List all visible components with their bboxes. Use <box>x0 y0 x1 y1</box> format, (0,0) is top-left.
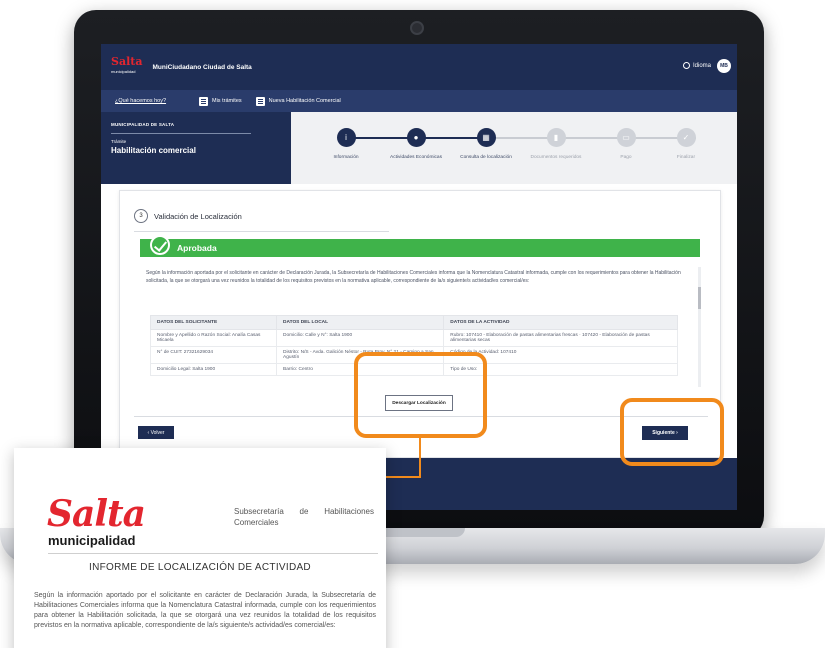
map-icon: ▦ <box>476 128 496 147</box>
breadcrumb[interactable]: MUNICIPALIDAD DE SALTA <box>111 122 281 127</box>
report-header: Subsecretaría de Habilitaciones Comercia… <box>234 507 374 527</box>
report-logo: Salta <box>47 493 146 535</box>
progress-stepper: i Información ● Actividades Económicas ▦… <box>291 112 737 184</box>
document-icon: ▮ <box>546 128 566 147</box>
people-icon: ● <box>406 128 426 147</box>
nav-item-nueva-habilitacion[interactable]: Nueva Habilitación Comercial <box>255 96 341 106</box>
check-icon: ✓ <box>676 128 696 147</box>
section-header: 3 Validación de Localización <box>134 209 242 223</box>
table-header: DATOS DEL SOLICITANTE <box>149 315 278 330</box>
table-header: DATOS DE LA ACTIVIDAD <box>443 315 678 330</box>
list-icon <box>199 96 208 106</box>
step-finalizar[interactable]: ✓ Finalizar <box>641 128 731 160</box>
marketing-composite: Salta municipalidad MuniCiudadano Ciudad… <box>0 0 825 648</box>
tramite-header: MUNICIPALIDAD DE SALTA Trámite Habilitac… <box>101 112 291 184</box>
globe-icon <box>682 62 690 69</box>
table-cell: Domicilio Legal: Salta 1900 <box>149 363 278 376</box>
nav-item-mis-tramites[interactable]: Mis trámites <box>199 96 242 106</box>
scrollbar-thumb[interactable] <box>698 287 701 309</box>
table-cell: Rubro: 107410 - Elaboración de pastas al… <box>443 329 678 347</box>
check-circle-icon <box>150 235 170 255</box>
table-header-row: DATOS DEL SOLICITANTE DATOS DEL LOCAL DA… <box>149 315 678 330</box>
callout-connector <box>419 438 421 478</box>
intro-paragraph: Según la información aportada por el sol… <box>146 270 681 284</box>
list-icon <box>255 96 265 106</box>
nav-what-today-link[interactable]: ¿Qué hacemos hoy? <box>115 98 185 104</box>
app-title: MuniCiudadano Ciudad de Salta <box>152 63 252 71</box>
next-highlight-frame <box>620 398 724 466</box>
step-label: Finalizar <box>676 155 696 160</box>
language-label: Idioma <box>692 62 711 69</box>
app-logo[interactable]: Salta municipalidad <box>111 56 142 77</box>
webcam <box>410 21 424 35</box>
app-header: Salta municipalidad MuniCiudadano Ciudad… <box>101 44 737 90</box>
report-logo-subtext: municipalidad <box>48 533 136 548</box>
download-highlight-frame <box>354 352 487 438</box>
table-cell: Domicilio: Calle y N°: Salta 1900 <box>276 329 445 347</box>
card-icon: ▭ <box>616 128 636 147</box>
section-divider <box>134 231 389 232</box>
nav-bar: ¿Qué hacemos hoy? Mis trámites Nueva Hab… <box>101 90 737 112</box>
report-title: INFORME DE LOCALIZACIÓN DE ACTIVIDAD <box>89 562 311 573</box>
content-scrollbar[interactable] <box>698 267 701 387</box>
table-header: DATOS DEL LOCAL <box>276 315 445 330</box>
info-icon: i <box>336 128 356 147</box>
page-title: Habilitación comercial <box>111 146 196 155</box>
report-body: Según la información aportado por el sol… <box>34 592 376 629</box>
app-logo-subtext: municipalidad <box>111 69 136 74</box>
table-cell: N° de CUIT: 27321629034 <box>149 346 278 364</box>
section-number: 3 <box>134 209 148 223</box>
table-row: Nombre y Apellido o Razón Social: Analía… <box>149 329 678 347</box>
back-button[interactable]: ‹ Volver <box>138 426 174 439</box>
status-label: Aprobada <box>177 243 217 253</box>
language-selector[interactable]: Idioma <box>682 62 711 69</box>
section-title: Validación de Localización <box>154 211 242 221</box>
user-avatar[interactable]: MB <box>717 59 731 73</box>
tramite-label: Trámite <box>111 139 127 144</box>
nav-item-label: Nueva Habilitación Comercial <box>268 98 341 104</box>
status-banner: Aprobada <box>140 235 700 257</box>
nav-item-label: Mis trámites <box>212 98 242 104</box>
breadcrumb-divider <box>111 133 251 134</box>
table-cell: Nombre y Apellido o Razón Social: Analía… <box>149 329 278 347</box>
report-document: Salta municipalidad Subsecretaría de Hab… <box>14 448 386 648</box>
report-divider <box>48 553 378 554</box>
